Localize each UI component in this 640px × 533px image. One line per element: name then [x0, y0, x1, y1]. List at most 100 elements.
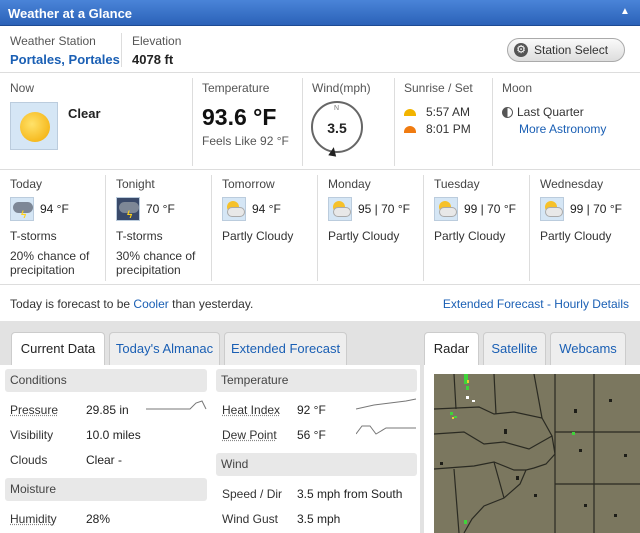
forecast-condition: Partly Cloudy: [328, 229, 400, 243]
sun-icon: [10, 102, 58, 150]
widget-title: Weather at a Glance: [8, 6, 133, 21]
moon-phase: Last Quarter: [517, 105, 584, 119]
forecast-condition: Partly Cloudy: [222, 229, 294, 243]
wind-speed: 3.5: [327, 120, 347, 136]
forecast-summary: Today is forecast to be Cooler than yest…: [10, 297, 253, 311]
forecast-row: Today ϟ 94 °F T-storms 20% chance of pre…: [0, 171, 640, 285]
forecast-temps: 94 °F: [40, 202, 69, 216]
pressure-value: 29.85 in: [86, 403, 129, 417]
visibility-label: Visibility: [10, 428, 54, 442]
forecast-day: Tonight: [116, 177, 155, 191]
sunset-time: 8:01 PM: [426, 122, 471, 136]
current-conditions-row: Now Clear Temperature 93.6 °F Feels Like…: [0, 74, 640, 170]
sunrise-icon: [404, 109, 416, 117]
heat-index-sparkline: [356, 398, 417, 410]
temperature-header: Temperature: [216, 369, 417, 392]
forecast-temps: 70 °F: [146, 202, 175, 216]
forecast-today[interactable]: Today ϟ 94 °F T-storms 20% chance of pre…: [0, 171, 105, 285]
tstorm-night-icon: ϟ: [116, 197, 140, 221]
forecast-condition: T-storms: [10, 229, 57, 243]
partly-cloudy-icon: [222, 197, 246, 221]
collapse-icon[interactable]: ▲: [618, 5, 632, 19]
forecast-tonight[interactable]: Tonight ϟ 70 °F T-storms 30% chance of p…: [106, 171, 211, 285]
dew-point-label[interactable]: Dew Point: [222, 428, 277, 442]
forecast-tomorrow[interactable]: Tomorrow 94 °F Partly Cloudy: [212, 171, 317, 285]
tab-satellite[interactable]: Satellite: [483, 332, 546, 365]
forecast-temps: 94 °F: [252, 202, 281, 216]
tab-todays-almanac[interactable]: Today's Almanac: [109, 332, 220, 365]
sunrise-row: 5:57 AM: [404, 105, 470, 119]
station-select-label: Station Select: [534, 43, 609, 57]
now-condition: Clear: [68, 106, 101, 121]
wind-gust-label: Wind Gust: [222, 512, 279, 526]
dew-point-sparkline: [356, 425, 416, 435]
sunset-row: 8:01 PM: [404, 122, 471, 136]
forecast-tuesday[interactable]: Tuesday 99 | 70 °F Partly Cloudy: [424, 171, 529, 285]
radar-map[interactable]: [434, 374, 640, 533]
forecast-day: Tomorrow: [222, 177, 275, 191]
forecast-temps: 95 | 70 °F: [358, 202, 410, 216]
pressure-sparkline: [146, 400, 207, 410]
forecast-day: Monday: [328, 177, 371, 191]
wind-header: Wind: [216, 453, 417, 476]
forecast-links: Extended Forecast - Hourly Details: [443, 297, 629, 311]
feels-like: Feels Like 92 °F: [202, 134, 289, 148]
wind-label: Wind(mph): [312, 81, 371, 95]
clouds-value: Clear -: [86, 453, 123, 467]
forecast-condition: T-storms: [116, 229, 163, 243]
forecast-precip: 20% chance of precipitation: [10, 249, 90, 277]
moon-phase-row: Last Quarter: [502, 105, 584, 119]
elevation-label: Elevation: [132, 34, 182, 48]
current-data-panel: Conditions Pressure 29.85 in Visibility …: [0, 365, 420, 533]
forecast-temps: 99 | 70 °F: [570, 202, 622, 216]
link-separator: -: [546, 297, 551, 311]
more-astronomy-link[interactable]: More Astronomy: [519, 122, 606, 136]
summary-keyword: Cooler: [133, 297, 169, 311]
moisture-header: Moisture: [5, 478, 207, 501]
hourly-details-link[interactable]: Hourly Details: [554, 297, 629, 311]
tab-radar[interactable]: Radar: [424, 332, 479, 366]
summary-prefix: Today is forecast to be: [10, 297, 131, 311]
tab-webcams[interactable]: Webcams: [550, 332, 626, 365]
wind-direction-arrow-icon: [328, 146, 338, 157]
radar-map-image: [434, 374, 640, 533]
divider: [492, 78, 493, 166]
clouds-label: Clouds: [10, 453, 48, 467]
moon-phase-icon: [502, 107, 513, 119]
compass-north-label: N: [334, 105, 340, 112]
humidity-value: 28%: [86, 512, 111, 526]
wind-gust-value: 3.5 mph: [297, 512, 341, 526]
divider: [302, 78, 303, 166]
partly-cloudy-icon: [328, 197, 352, 221]
wind-speed-dir-value: 3.5 mph from South: [297, 487, 403, 501]
forecast-wednesday[interactable]: Wednesday 99 | 70 °F Partly Cloudy: [530, 171, 635, 285]
partly-cloudy-icon: [540, 197, 564, 221]
forecast-precip: 30% chance of precipitation: [116, 249, 196, 277]
moon-label: Moon: [502, 81, 533, 95]
tab-current-data[interactable]: Current Data: [11, 332, 105, 366]
divider: [121, 33, 122, 67]
visibility-value: 10.0 miles: [86, 428, 141, 442]
temperature-label: Temperature: [202, 81, 270, 95]
summary-suffix: than yesterday.: [172, 297, 254, 311]
tab-extended-forecast[interactable]: Extended Forecast: [224, 332, 347, 365]
forecast-day: Tuesday: [434, 177, 480, 191]
pressure-label[interactable]: Pressure: [10, 403, 58, 417]
extended-forecast-link[interactable]: Extended Forecast: [443, 297, 544, 311]
gear-icon: ⚙: [514, 43, 528, 57]
elevation-value: 4078 ft: [132, 52, 174, 67]
forecast-monday[interactable]: Monday 95 | 70 °F Partly Cloudy: [318, 171, 423, 285]
forecast-day: Today: [10, 177, 43, 191]
now-label: Now: [10, 81, 35, 95]
sunrise-time: 5:57 AM: [426, 105, 471, 119]
sunset-icon: [404, 126, 416, 134]
station-name-link[interactable]: Portales, Portales: [10, 52, 120, 67]
wind-speed-dir-label: Speed / Dir: [222, 487, 283, 501]
station-select-button[interactable]: ⚙ Station Select: [507, 38, 625, 62]
conditions-header: Conditions: [5, 369, 207, 392]
humidity-label[interactable]: Humidity: [10, 512, 57, 526]
widget-title-bar: Weather at a Glance ▲: [0, 0, 640, 26]
wind-compass: N 3.5: [311, 101, 363, 157]
heat-index-label[interactable]: Heat Index: [222, 403, 280, 417]
forecast-condition: Partly Cloudy: [434, 229, 506, 243]
